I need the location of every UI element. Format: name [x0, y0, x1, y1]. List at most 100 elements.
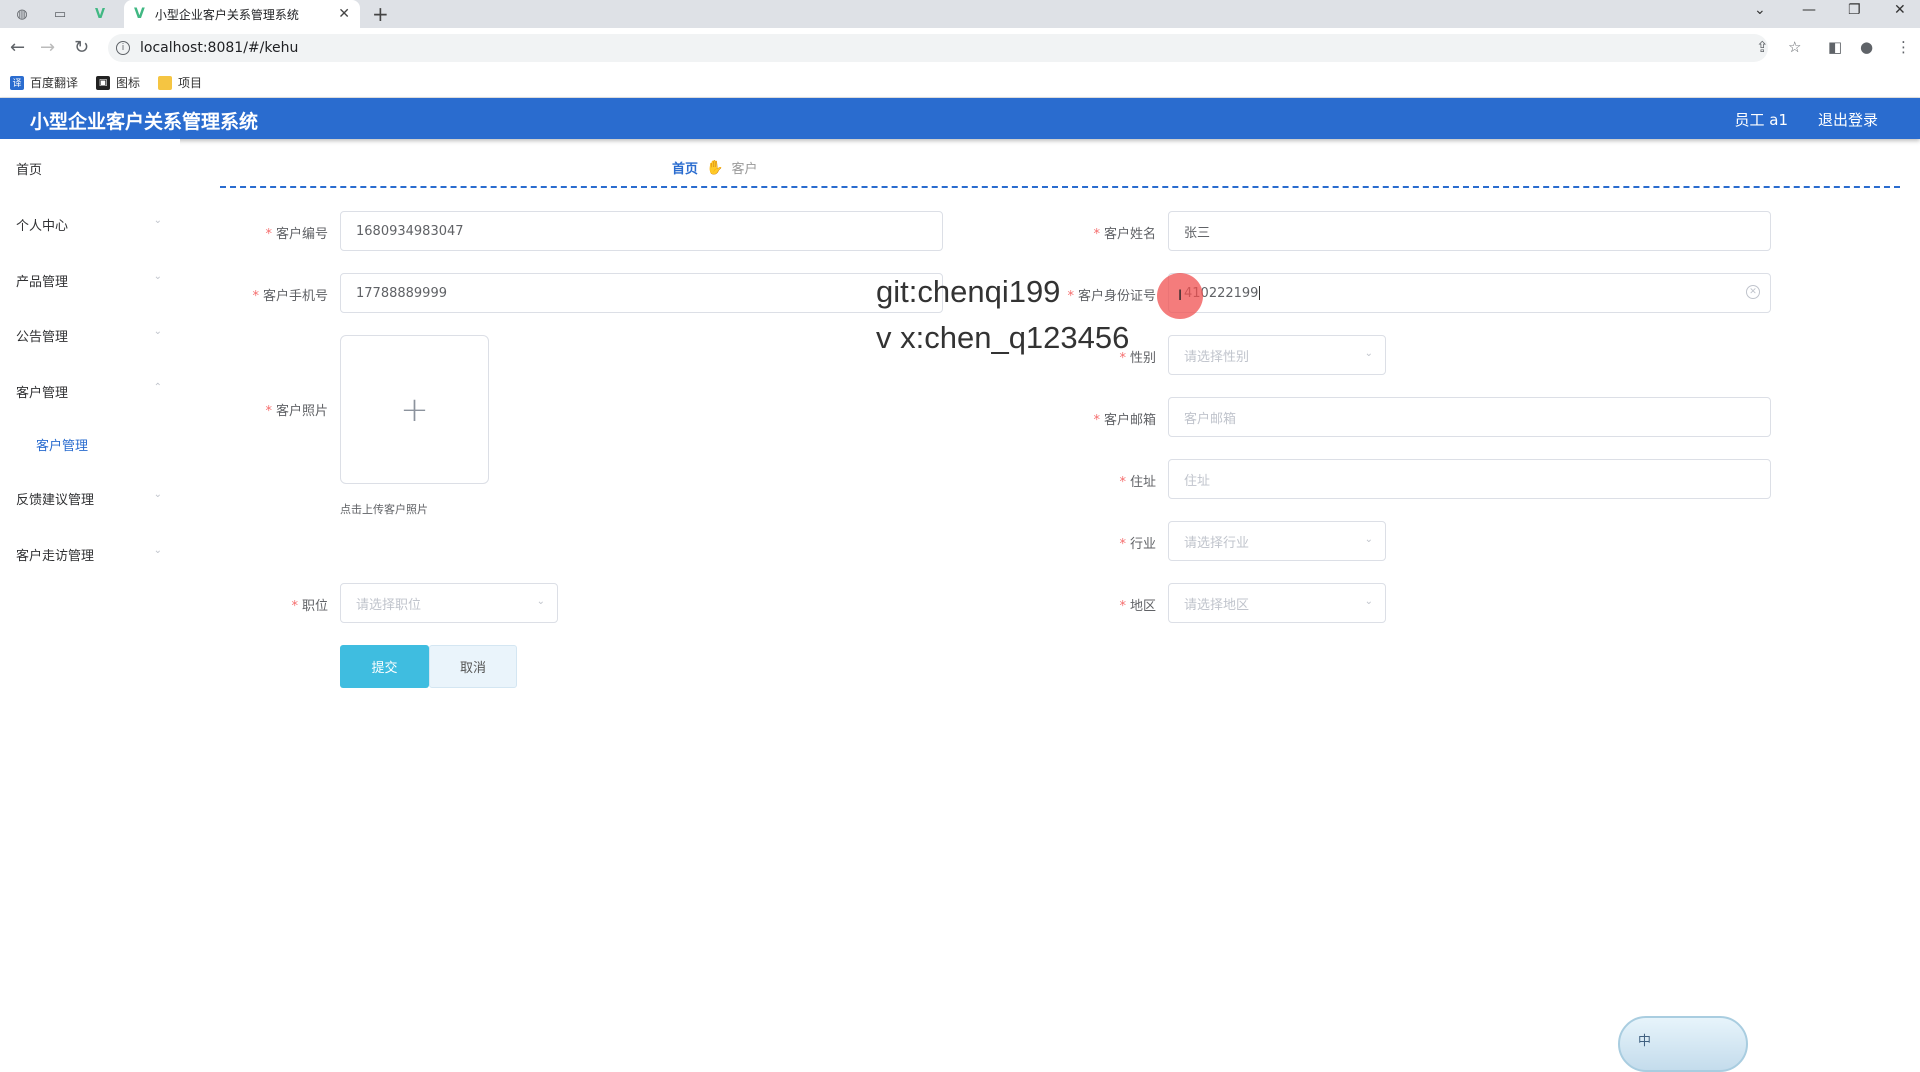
url-input[interactable]: i localhost:8081/#/kehu [108, 34, 1768, 62]
app-title: 小型企业客户关系管理系统 [30, 111, 259, 133]
tab-search-icon[interactable]: ⌄ [1754, 2, 1766, 18]
menu-visit-mgmt[interactable]: 客户走访管理 ⌄ [16, 545, 176, 564]
sidebar: 首页 个人中心 ⌄ 产品管理 ⌄ 公告管理 ⌄ 客户管理 ⌃ 客户管理 反馈建议… [0, 139, 180, 1072]
watermark-line-1: git:chenqi199 [876, 274, 1061, 309]
dashed-divider [220, 186, 1900, 188]
browser-tab-bar: ◍ ▭ V V 小型企业客户关系管理系统 ✕ + ⌄ — ❐ ✕ [0, 0, 1920, 28]
minimize-button[interactable]: — [1802, 2, 1816, 18]
menu-personal-center[interactable]: 个人中心 ⌄ [16, 215, 176, 234]
star-icon[interactable]: ☆ [1788, 38, 1801, 56]
restore-button[interactable]: ❐ [1848, 2, 1861, 18]
menu-label: 首页 [16, 163, 43, 178]
close-tab-icon[interactable]: ✕ [338, 6, 350, 22]
bookmark-0[interactable]: 译 百度翻译 [10, 74, 78, 91]
hand-icon: ✋ [706, 159, 724, 176]
bookmark-label: 图标 [116, 76, 141, 90]
customer-name-label: * 客户姓名 [1093, 227, 1156, 242]
folder-icon [158, 75, 173, 90]
info-icon[interactable]: i [116, 41, 130, 55]
address-bar-row: ← → ↻ i localhost:8081/#/kehu ⇪ ☆ ◧ ● ⋮ [0, 28, 1920, 68]
id-card-label: * 客户身份证号 [1067, 289, 1156, 304]
menu-notice-mgmt[interactable]: 公告管理 ⌄ [16, 326, 176, 345]
position-label: * 职位 [291, 599, 328, 614]
position-select[interactable]: 请选择职位 ⌄ [340, 583, 558, 623]
email-label: * 客户邮箱 [1093, 413, 1156, 428]
side-panel-icon[interactable]: ◧ [1828, 38, 1842, 56]
reload-icon[interactable]: ↻ [74, 37, 89, 58]
ime-label: 中 [1638, 1034, 1652, 1049]
breadcrumb: 首页 ✋ 客户 [672, 158, 758, 178]
menu-customer-mgmt[interactable]: 客户管理 ⌃ [16, 382, 176, 401]
close-window-button[interactable]: ✕ [1894, 2, 1906, 18]
active-tab[interactable]: V 小型企业客户关系管理系统 ✕ [124, 0, 360, 28]
bookmark-label: 百度翻译 [30, 76, 79, 90]
vue-logo-icon[interactable]: V [90, 4, 110, 24]
menu-label: 公告管理 [16, 330, 69, 345]
chevron-down-icon: ⌄ [153, 215, 162, 226]
menu-home[interactable]: 首页 [16, 159, 176, 178]
id-card-input[interactable]: 410222199 ✕ [1168, 273, 1771, 313]
globe-icon[interactable]: ◍ [12, 4, 32, 24]
menu-icon[interactable]: ⋮ [1896, 38, 1911, 56]
menu-label: 反馈建议管理 [16, 493, 95, 508]
bookmark-1[interactable]: ▣ 图标 [96, 74, 140, 91]
blank-tab-icon[interactable]: ▭ [50, 4, 70, 24]
clear-icon[interactable]: ✕ [1746, 285, 1760, 299]
back-icon[interactable]: ← [10, 37, 25, 58]
tab-title: 小型企业客户关系管理系统 [154, 7, 299, 22]
cancel-button[interactable]: 取消 [429, 645, 517, 688]
menu-label: 产品管理 [16, 275, 69, 290]
logout-link[interactable]: 退出登录 [1818, 109, 1878, 130]
vue-logo-icon: V [134, 6, 145, 22]
plus-icon: + [400, 389, 429, 430]
chevron-down-icon: ⌄ [153, 326, 162, 337]
watermark-line-2: v x:chen_q123456 [876, 320, 1130, 355]
customer-no-input[interactable]: 1680934983047 [340, 211, 943, 251]
bookmark-2[interactable]: 项目 [158, 74, 202, 91]
chevron-down-icon: ⌄ [153, 271, 162, 282]
industry-label: * 行业 [1119, 537, 1156, 552]
chevron-down-icon: ⌄ [153, 545, 162, 556]
chevron-down-icon: ⌄ [1364, 596, 1373, 607]
photo-upload[interactable]: + [340, 335, 489, 484]
region-select[interactable]: 请选择地区 ⌄ [1168, 583, 1386, 623]
chevron-down-icon: ⌄ [1364, 534, 1373, 545]
new-tab-button[interactable]: + [372, 2, 389, 26]
submit-button[interactable]: 提交 [340, 645, 429, 688]
share-icon[interactable]: ⇪ [1756, 38, 1769, 56]
chevron-down-icon: ⌄ [153, 489, 162, 500]
app-header: 小型企业客户关系管理系统 员工 a1 退出登录 [0, 98, 1920, 139]
forward-icon[interactable]: → [40, 37, 55, 58]
region-label: * 地区 [1119, 599, 1156, 614]
gender-select[interactable]: 请选择性别 ⌄ [1168, 335, 1386, 375]
chevron-up-icon: ⌃ [153, 382, 162, 393]
industry-select[interactable]: 请选择行业 ⌄ [1168, 521, 1386, 561]
translate-icon: 译 [10, 75, 24, 90]
customer-name-input[interactable]: 张三 [1168, 211, 1771, 251]
ime-widget[interactable]: 中 [1618, 1016, 1748, 1072]
url-text: localhost:8081/#/kehu [140, 40, 299, 56]
chevron-down-icon: ⌄ [1364, 348, 1373, 359]
menu-label: 客户管理 [16, 386, 69, 401]
profile-icon[interactable]: ● [1860, 38, 1873, 56]
image-icon: ▣ [96, 75, 111, 90]
menu-label: 个人中心 [16, 219, 69, 234]
phone-label: * 客户手机号 [252, 289, 328, 304]
address-label: * 住址 [1119, 475, 1156, 490]
current-user: 员工 a1 [1734, 111, 1788, 129]
breadcrumb-current: 客户 [731, 162, 758, 177]
menu-feedback-mgmt[interactable]: 反馈建议管理 ⌄ [16, 489, 176, 508]
email-input[interactable]: 客户邮箱 [1168, 397, 1771, 437]
bookmarks-bar: 译 百度翻译 ▣ 图标 项目 [0, 68, 1920, 98]
text-cursor-icon: I [1178, 288, 1183, 304]
photo-upload-tip: 点击上传客户照片 [340, 503, 428, 516]
menu-label: 客户走访管理 [16, 549, 95, 564]
breadcrumb-home[interactable]: 首页 [672, 158, 698, 177]
photo-label: * 客户照片 [265, 404, 328, 419]
address-input[interactable]: 住址 [1168, 459, 1771, 499]
bookmark-label: 项目 [178, 76, 203, 90]
menu-product-mgmt[interactable]: 产品管理 ⌄ [16, 271, 176, 290]
phone-input[interactable]: 17788889999 [340, 273, 943, 313]
submenu-customer-mgmt[interactable]: 客户管理 [36, 435, 88, 454]
customer-no-label: * 客户编号 [265, 227, 328, 242]
